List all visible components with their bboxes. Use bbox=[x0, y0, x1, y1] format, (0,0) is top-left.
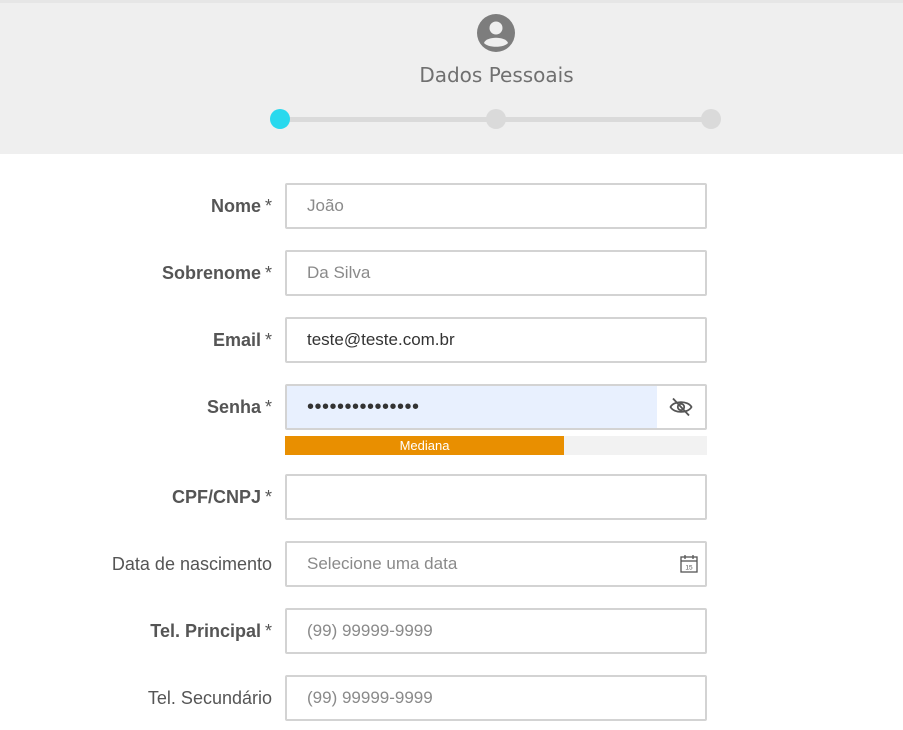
cpf-label: CPF/CNPJ * bbox=[171, 487, 272, 507]
tel-secundario-field bbox=[285, 675, 707, 721]
senha-row: Senha * bbox=[0, 384, 903, 430]
sobrenome-label: Sobrenome * bbox=[161, 263, 272, 283]
calendar-icon[interactable]: 15 bbox=[679, 554, 699, 574]
email-label: Email * bbox=[212, 330, 272, 350]
nome-field bbox=[285, 183, 707, 229]
cpf-input[interactable] bbox=[287, 476, 705, 518]
tel-principal-label: Tel. Principal * bbox=[150, 621, 272, 641]
calendar-day-text: 15 bbox=[685, 565, 693, 572]
nome-label: Nome * bbox=[210, 196, 272, 216]
nascimento-field: 15 bbox=[285, 541, 707, 587]
sobrenome-input[interactable] bbox=[287, 252, 705, 294]
nascimento-input[interactable] bbox=[287, 543, 705, 585]
cpf-row: CPF/CNPJ * bbox=[0, 474, 903, 520]
step-header: Dados Pessoais bbox=[0, 0, 903, 154]
tel-secundario-row: Tel. Secundário bbox=[0, 675, 903, 721]
user-circle-icon bbox=[477, 14, 515, 52]
tel-secundario-input[interactable] bbox=[287, 677, 705, 719]
password-strength-meter: Mediana bbox=[285, 436, 707, 455]
tel-secundario-label: Tel. Secundário bbox=[147, 688, 272, 708]
stepper bbox=[270, 107, 722, 131]
email-input[interactable] bbox=[287, 319, 705, 361]
step-2-dot[interactable] bbox=[486, 109, 506, 129]
sobrenome-row: Sobrenome * bbox=[0, 250, 903, 296]
tel-principal-input[interactable] bbox=[287, 610, 705, 652]
email-row: Email * bbox=[0, 317, 903, 363]
senha-field bbox=[285, 384, 707, 430]
nascimento-row: Data de nascimento 15 bbox=[0, 541, 903, 587]
senha-input[interactable] bbox=[287, 386, 659, 428]
tel-principal-field bbox=[285, 608, 707, 654]
cpf-field bbox=[285, 474, 707, 520]
step-3-dot[interactable] bbox=[701, 109, 721, 129]
nascimento-label: Data de nascimento bbox=[111, 554, 272, 574]
senha-label: Senha * bbox=[206, 397, 272, 417]
sobrenome-field bbox=[285, 250, 707, 296]
personal-data-form: Nome* Sobrenome* Email* Senha* bbox=[0, 154, 903, 730]
nome-row: Nome * bbox=[0, 183, 903, 229]
step-title: Dados Pessoais bbox=[419, 63, 574, 87]
tel-principal-row: Tel. Principal * bbox=[0, 608, 903, 654]
nome-input[interactable] bbox=[287, 185, 705, 227]
password-strength-label: Mediana bbox=[399, 438, 450, 453]
email-field bbox=[285, 317, 707, 363]
step-1-dot[interactable] bbox=[270, 109, 290, 129]
toggle-password-button[interactable] bbox=[657, 386, 705, 428]
eye-off-icon bbox=[669, 397, 693, 417]
